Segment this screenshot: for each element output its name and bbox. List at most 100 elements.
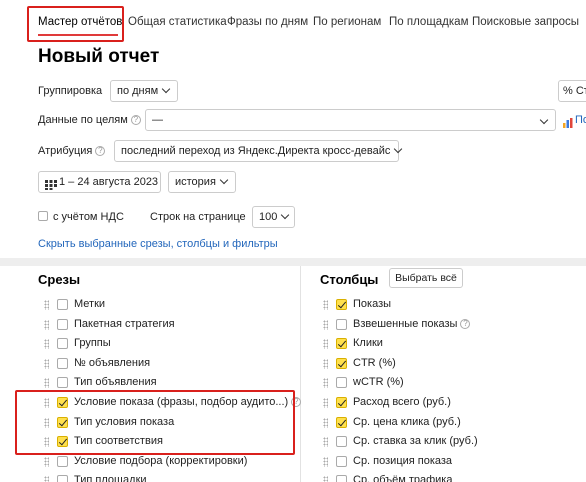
checkbox[interactable] [57, 436, 68, 448]
chevron-down-icon [394, 144, 403, 154]
drag-handle-icon[interactable] [323, 417, 328, 428]
item-label-text: Клики [353, 337, 383, 350]
drag-handle-icon[interactable] [323, 456, 328, 467]
rows-per-page-select[interactable]: 100 [252, 206, 295, 228]
item-label: Клики [353, 337, 383, 349]
item-label-text: Ср. позиция показа [353, 454, 453, 467]
checkbox[interactable] [57, 338, 68, 350]
checkbox[interactable] [336, 475, 347, 482]
item-label: Ср. объём трафика [353, 474, 452, 482]
tab-by-placement[interactable]: По площадкам [389, 16, 468, 28]
page-title: Новый отчет [38, 46, 160, 67]
drag-handle-icon[interactable] [323, 437, 328, 448]
checkbox[interactable] [336, 436, 347, 448]
item-label-text: Условие подбора (корректировки) [74, 454, 248, 467]
item-label: Взвешенные показы? [353, 317, 471, 330]
item-label-text: Ср. объём трафика [353, 474, 453, 482]
checkbox[interactable] [57, 475, 68, 482]
item-label-text: Показы [353, 298, 392, 310]
checkbox[interactable] [336, 397, 347, 408]
right-toolbar-button[interactable]: % Ст [558, 80, 586, 102]
history-select[interactable]: история [168, 171, 236, 193]
item-label-text: Тип объявления [74, 376, 157, 389]
item-label: Пакетная стратегия [74, 318, 175, 330]
right-link-partial[interactable]: По [575, 114, 586, 126]
drag-handle-icon[interactable] [44, 417, 49, 428]
item-label-text: Ср. ставка за клик (руб.) [353, 435, 478, 448]
drag-handle-icon[interactable] [323, 378, 328, 389]
drag-handle-icon[interactable] [44, 339, 49, 350]
item-label-text: CTR (%) [353, 356, 396, 369]
date-range-picker[interactable]: 1 – 24 августа 2023 [38, 171, 161, 193]
checkbox[interactable] [336, 357, 347, 369]
item-label-text: Тип условия показа [74, 415, 175, 428]
drag-handle-icon[interactable] [44, 378, 49, 389]
checkbox[interactable] [336, 416, 347, 428]
help-icon[interactable]: ? [130, 115, 141, 126]
rows-per-page-value: 100 [259, 211, 278, 223]
checkbox[interactable] [57, 397, 68, 408]
item-label-text: Взвешенные показы [353, 317, 458, 330]
help-icon[interactable]: ? [291, 397, 302, 408]
tab-phrases-by-day[interactable]: Фразы по дням [227, 16, 308, 28]
drag-handle-icon[interactable] [323, 300, 328, 310]
tab-by-region[interactable]: По регионам [313, 16, 381, 28]
checkbox[interactable] [57, 318, 68, 330]
column-divider [300, 266, 301, 482]
drag-handle-icon[interactable] [323, 358, 328, 369]
checkbox[interactable] [57, 377, 68, 389]
item-label: Ср. цена клика (руб.) [353, 416, 461, 428]
drag-handle-icon[interactable] [323, 398, 328, 408]
item-label: CTR (%) [353, 357, 396, 369]
checkbox[interactable] [336, 299, 347, 310]
right-toolbar-label: % Ст [563, 85, 586, 97]
drag-handle-icon[interactable] [323, 476, 328, 482]
checkbox[interactable] [57, 416, 68, 428]
section-separator [0, 258, 586, 266]
tab-report-master[interactable]: Мастер отчётов [38, 16, 122, 28]
chevron-down-icon [539, 115, 549, 125]
checkbox[interactable] [336, 455, 347, 467]
select-all-button[interactable]: Выбрать всё [389, 268, 463, 288]
goals-label-text: Данные по целям [38, 114, 128, 126]
drag-handle-icon[interactable] [323, 319, 328, 330]
hide-selected-link[interactable]: Скрыть выбранные срезы, столбцы и фильтр… [38, 238, 278, 250]
checkbox[interactable] [336, 377, 347, 389]
item-label: wCTR (%) [353, 376, 404, 388]
chevron-down-icon [219, 175, 229, 185]
drag-handle-icon[interactable] [44, 358, 49, 369]
vat-checkbox-box[interactable] [38, 211, 48, 222]
item-label-text: Условие показа (фразы, подбор аудито...) [74, 396, 289, 408]
item-label-text: Ср. цена клика (руб.) [353, 415, 461, 428]
drag-handle-icon[interactable] [44, 398, 49, 408]
checkbox[interactable] [336, 338, 347, 350]
checkbox[interactable] [57, 455, 68, 467]
attribution-label: Атрибуция? [38, 145, 106, 157]
chevron-down-icon [161, 84, 171, 94]
attribution-label-text: Атрибуция [38, 145, 93, 157]
help-icon[interactable]: ? [460, 318, 471, 329]
tab-general-stats[interactable]: Общая статистика [128, 16, 227, 28]
tab-search-queries[interactable]: Поисковые запросы [472, 16, 579, 28]
slices-title: Срезы [38, 272, 81, 287]
drag-handle-icon[interactable] [44, 300, 49, 310]
calendar-icon [45, 177, 57, 190]
drag-handle-icon[interactable] [44, 476, 49, 482]
goals-select[interactable]: — [145, 109, 556, 131]
checkbox[interactable] [336, 318, 347, 330]
grouping-select[interactable]: по дням [110, 80, 178, 102]
checkbox[interactable] [57, 357, 68, 369]
drag-handle-icon[interactable] [44, 456, 49, 467]
checkbox[interactable] [57, 299, 68, 310]
item-label: Тип соответствия [74, 435, 163, 447]
vat-checkbox[interactable]: с учётом НДС [38, 211, 124, 223]
drag-handle-icon[interactable] [323, 339, 328, 350]
item-label: Показы [353, 298, 391, 310]
item-label: Тип условия показа [74, 416, 174, 428]
drag-handle-icon[interactable] [44, 319, 49, 330]
attribution-value: последний переход из Яндекс.Директа крос… [121, 145, 391, 157]
drag-handle-icon[interactable] [44, 437, 49, 448]
attribution-select[interactable]: последний переход из Яндекс.Директа крос… [114, 140, 403, 162]
item-label-text: № объявления [74, 356, 151, 369]
help-icon[interactable]: ? [95, 146, 106, 157]
